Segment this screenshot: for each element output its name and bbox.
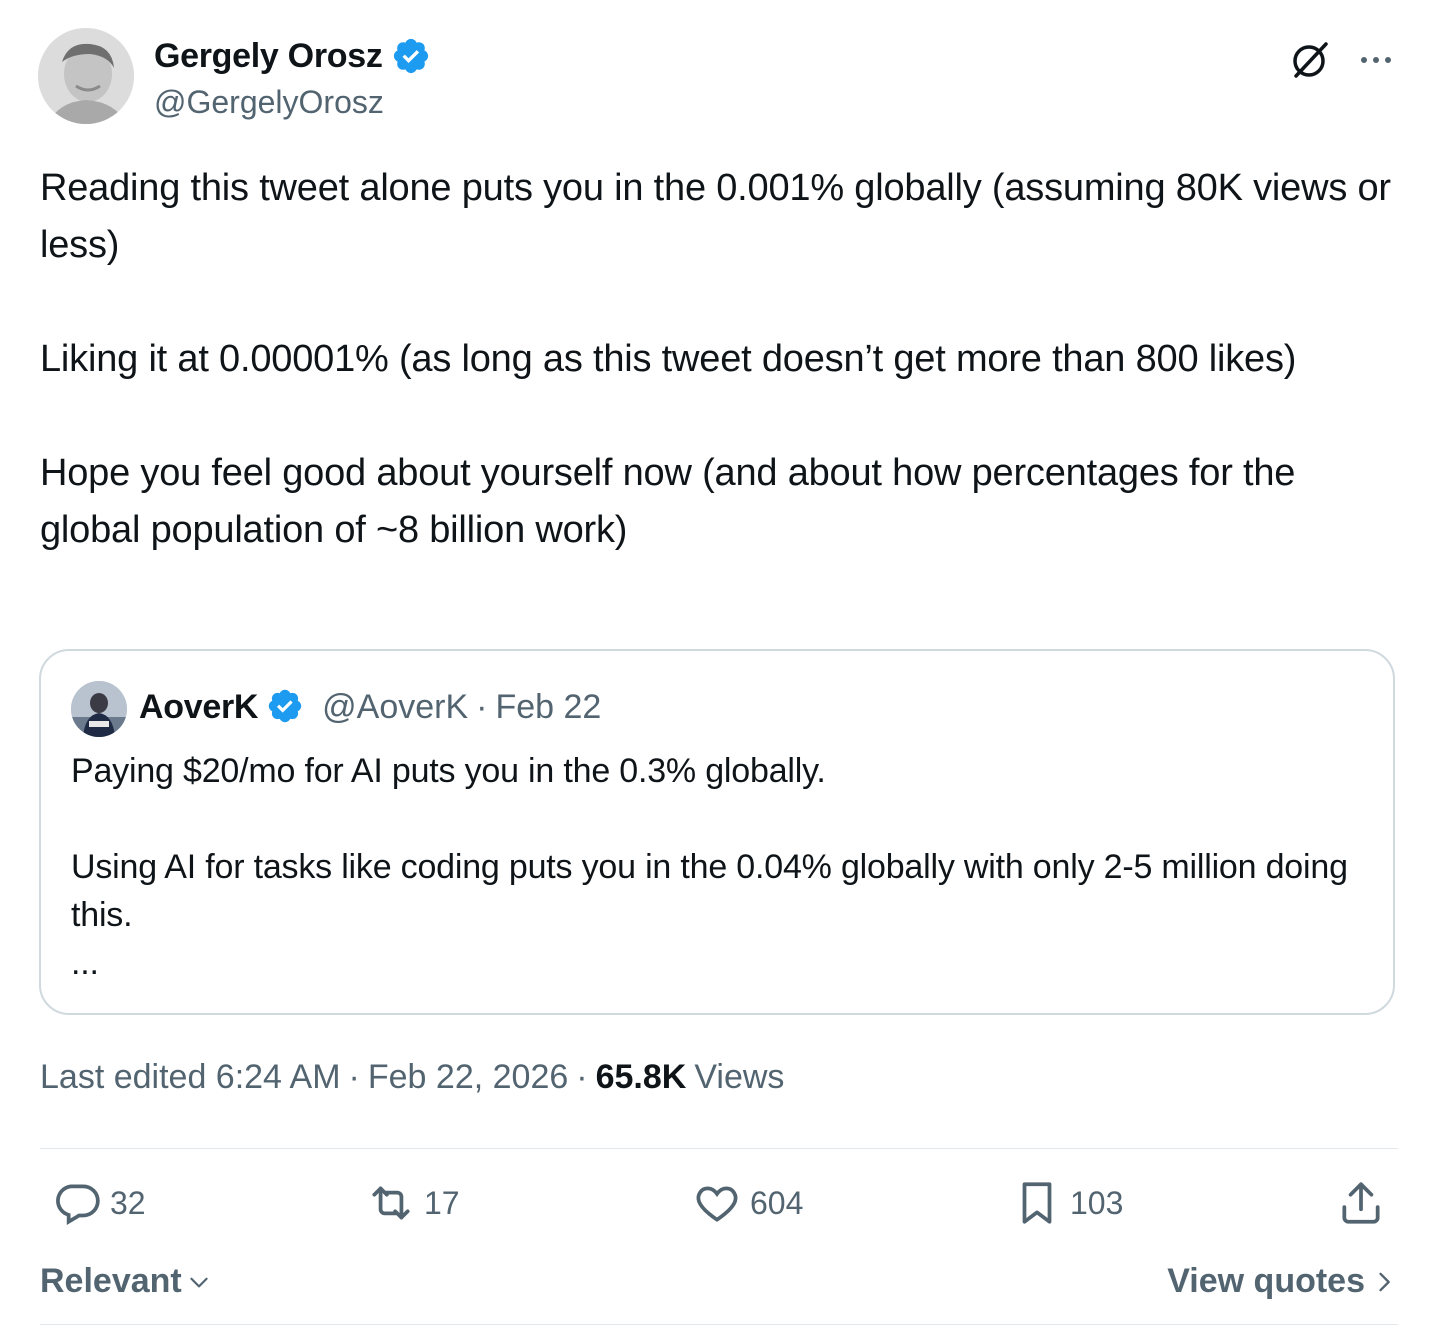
- views-label: Views: [694, 1058, 785, 1096]
- bookmark-button[interactable]: 103: [1012, 1178, 1123, 1228]
- divider: [40, 1148, 1398, 1149]
- share-button[interactable]: [1336, 1178, 1386, 1228]
- grok-icon[interactable]: [1288, 38, 1332, 82]
- quoted-tweet-date: Feb 22: [495, 687, 602, 726]
- bookmark-count: 103: [1070, 1184, 1124, 1221]
- views-count: 65.8K: [595, 1058, 687, 1096]
- quoted-author-avatar: [71, 681, 127, 737]
- meta-separator: ·: [576, 1058, 588, 1096]
- chevron-right-icon: [1379, 1272, 1390, 1291]
- quoted-tweet-header: AoverK @AoverK · Feb 22: [139, 687, 601, 727]
- author-name[interactable]: Gergely Orosz: [154, 37, 383, 76]
- author-name-row[interactable]: Gergely Orosz: [154, 36, 431, 76]
- heart-icon: [696, 1186, 738, 1222]
- reply-sort-dropdown[interactable]: Relevant: [40, 1262, 212, 1301]
- view-quotes-link[interactable]: View quotes: [1167, 1262, 1393, 1301]
- repost-icon: [372, 1186, 410, 1220]
- tweet-actions: 32 17 604 103: [40, 1178, 1398, 1238]
- repost-button[interactable]: 17: [366, 1178, 460, 1228]
- tweet-header: Gergely Orosz @GergelyOrosz: [38, 28, 1398, 128]
- repost-count: 17: [424, 1184, 460, 1221]
- chevron-down-icon: [190, 1277, 208, 1287]
- reply-sort-label: Relevant: [40, 1262, 182, 1300]
- quoted-meta-separator: ·: [476, 687, 488, 726]
- edited-time[interactable]: Last edited 6:24 AM: [40, 1058, 341, 1097]
- view-quotes-label: View quotes: [1167, 1262, 1365, 1300]
- like-count: 604: [750, 1184, 804, 1221]
- reply-count: 32: [110, 1184, 146, 1221]
- quoted-author-name: AoverK: [139, 687, 259, 726]
- tweet-meta: Last edited 6:24 AM · Feb 22, 2026 · 65.…: [40, 1058, 784, 1097]
- verified-badge-icon: [266, 687, 306, 727]
- reply-button[interactable]: 32: [52, 1178, 146, 1228]
- author-handle[interactable]: @GergelyOrosz: [154, 84, 384, 121]
- tweet-top-actions: [1288, 38, 1398, 82]
- quoted-tweet-card[interactable]: AoverK @AoverK · Feb 22 Paying $20/mo fo…: [39, 649, 1395, 1015]
- author-avatar[interactable]: [38, 28, 134, 124]
- verified-badge-icon: [391, 36, 431, 76]
- tweet-date[interactable]: Feb 22, 2026: [368, 1058, 568, 1097]
- tweet-text: Reading this tweet alone puts you in the…: [40, 167, 1391, 551]
- quoted-author-handle: @AoverK: [322, 687, 469, 726]
- like-button[interactable]: 604: [692, 1178, 803, 1228]
- divider: [40, 1324, 1398, 1325]
- more-options-icon[interactable]: [1354, 38, 1398, 82]
- reply-icon: [56, 1184, 100, 1226]
- meta-separator: ·: [348, 1058, 360, 1096]
- bookmark-icon: [1022, 1182, 1052, 1224]
- share-icon: [1342, 1182, 1380, 1224]
- quoted-tweet-text: Paying $20/mo for AI puts you in the 0.3…: [71, 752, 1348, 982]
